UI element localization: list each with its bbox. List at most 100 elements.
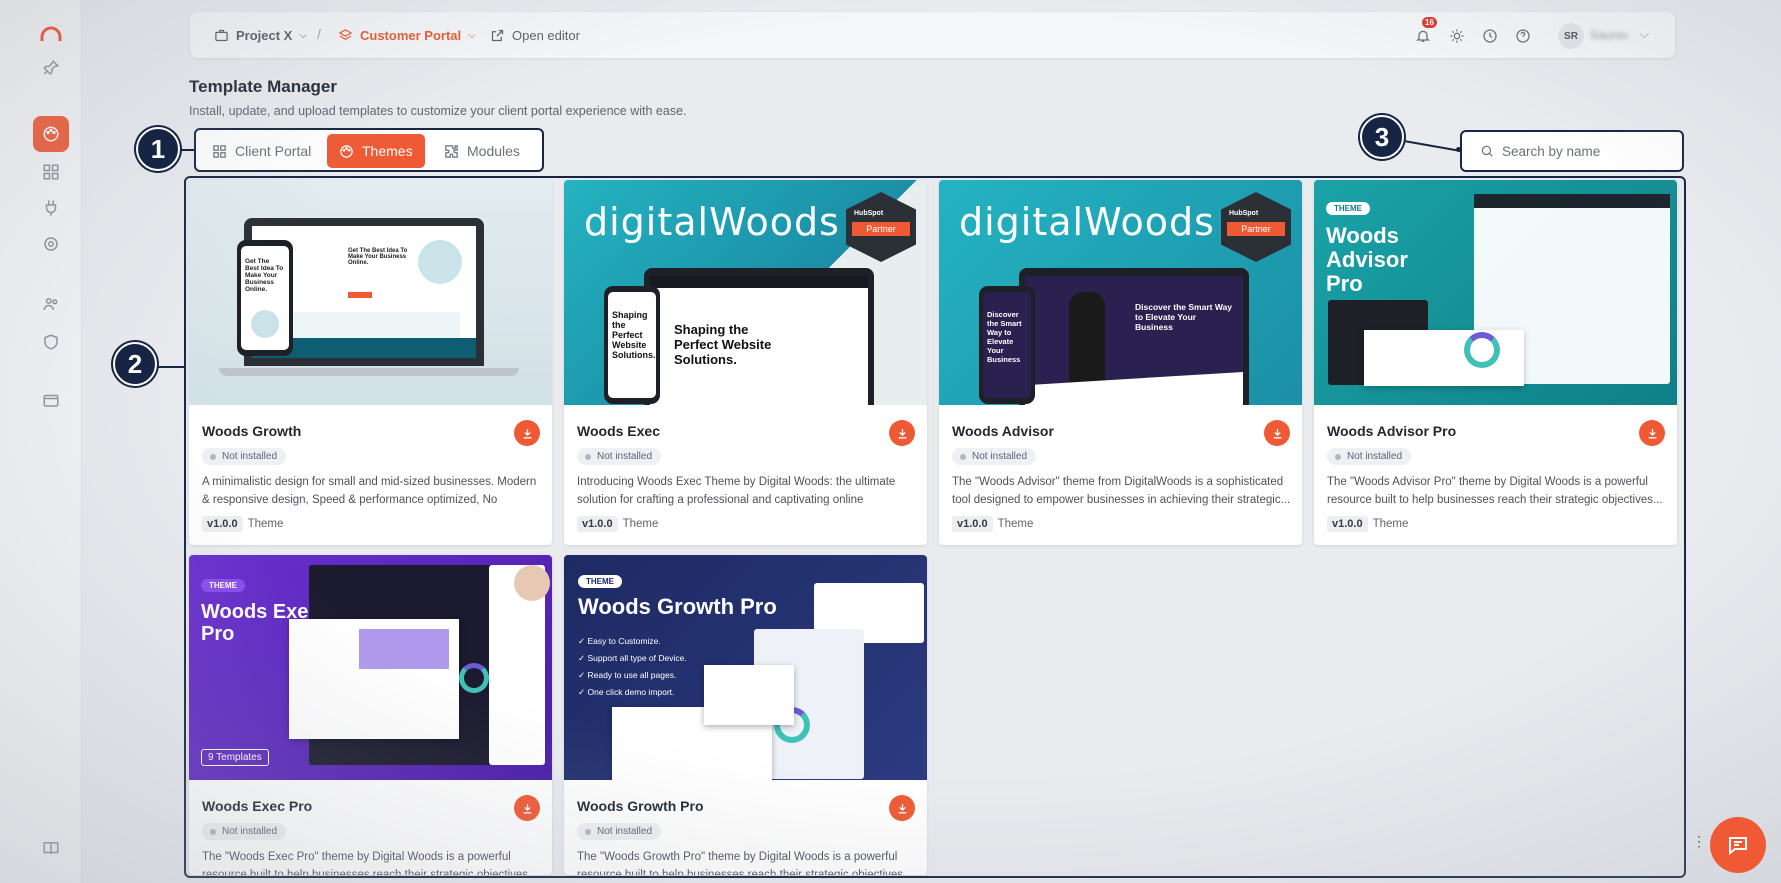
install-button[interactable] <box>1264 420 1290 446</box>
pin-icon[interactable] <box>33 50 69 86</box>
layers-icon <box>338 28 353 40</box>
breadcrumb-section[interactable]: Customer Portal ⌵ <box>338 12 476 58</box>
palette-icon <box>340 144 353 158</box>
template-tabs: Client Portal Themes Modules <box>194 128 544 172</box>
theme-tag: THEME <box>578 575 622 588</box>
users-icon <box>43 298 58 311</box>
install-button[interactable] <box>889 795 915 821</box>
callout-3-line <box>1403 140 1461 152</box>
download-icon <box>523 803 531 813</box>
download-icon <box>523 428 531 438</box>
brand-wordmark: digitalWoods <box>584 200 840 244</box>
theme-toggle-button[interactable] <box>1444 23 1470 49</box>
card-title: Woods Advisor <box>952 423 1054 439</box>
theme-card-woods-growth[interactable]: Get The Best Idea To Make Your Business … <box>189 180 552 545</box>
callout-2: 2 <box>113 342 157 386</box>
card-description: The "Woods Exec Pro" theme by Digital Wo… <box>202 851 538 875</box>
help-button[interactable] <box>1510 23 1536 49</box>
puzzle-icon <box>445 144 458 158</box>
brand-wordmark: digitalWoods <box>959 200 1215 244</box>
book-icon <box>43 842 59 855</box>
card-meta: v1.0.0 Theme <box>1327 516 1408 532</box>
apps-icon <box>43 164 59 180</box>
laptop-mockup: Shaping the Perfect Website Solutions. <box>644 268 874 405</box>
gear-icon <box>44 237 58 251</box>
logo-icon[interactable] <box>33 16 69 52</box>
install-button[interactable] <box>1639 420 1665 446</box>
card-description: The "Woods Growth Pro" theme by Digital … <box>577 851 913 875</box>
card-title: Woods Exec <box>577 423 660 439</box>
partner-badge: HubSpot Partner <box>1221 192 1291 262</box>
chevron-down-icon[interactable]: ⌵ <box>1640 27 1649 42</box>
theme-tag: THEME <box>1326 202 1370 215</box>
templates-count-badge: 9 Templates <box>201 749 269 766</box>
callout-1: 1 <box>136 127 180 171</box>
sidebar-item-billing[interactable] <box>33 382 69 418</box>
card-type: Theme <box>622 518 659 530</box>
card-title: Woods Exec Pro <box>202 798 313 814</box>
user-name[interactable]: Saurav <box>1590 28 1628 42</box>
theme-card-woods-exec-pro[interactable]: THEME Woods Exec Pro 9 Templates Woods E… <box>189 555 552 875</box>
theme-card-woods-growth-pro[interactable]: THEME Woods Growth Pro ✓ Easy to Customi… <box>564 555 927 875</box>
sidebar-item-integrations[interactable] <box>33 190 69 226</box>
sidebar-item-apps[interactable] <box>33 154 69 190</box>
shield-icon <box>44 334 58 350</box>
tab-themes[interactable]: Themes <box>327 134 425 168</box>
search-icon <box>1481 145 1493 157</box>
page-subtitle: Install, update, and upload templates to… <box>189 104 687 118</box>
card-type: Theme <box>1372 518 1409 530</box>
phone-mockup: Get The Best Idea To Make Your Business … <box>237 240 293 356</box>
tab-modules[interactable]: Modules <box>432 134 532 168</box>
status-badge: Not installed <box>1327 448 1412 465</box>
version-badge: v1.0.0 <box>577 516 618 532</box>
sidebar-item-docs[interactable] <box>33 830 69 866</box>
download-icon <box>898 428 906 438</box>
card-description: Introducing Woods Exec Theme by Digital … <box>577 476 896 506</box>
laptop-mockup: Discover the Smart Way to Elevate Your B… <box>1019 268 1249 405</box>
install-button[interactable] <box>514 795 540 821</box>
sidebar-item-customer-portal[interactable] <box>33 116 69 152</box>
card-description: The "Woods Advisor" theme from DigitalWo… <box>952 476 1291 506</box>
card-meta: v1.0.0 Theme <box>577 516 658 532</box>
version-badge: v1.0.0 <box>952 516 993 532</box>
theme-thumbnail: THEME Woods Exec Pro 9 Templates <box>189 555 552 780</box>
sun-icon <box>1450 29 1464 43</box>
palette-icon <box>43 126 59 142</box>
clock-icon <box>1483 29 1497 43</box>
theme-thumbnail: Get The Best Idea To Make Your Business … <box>189 180 552 405</box>
theme-card-woods-exec[interactable]: digitalWoods HubSpot Partner Shaping the… <box>564 180 927 545</box>
avatar[interactable]: SR <box>1558 23 1584 49</box>
card-title: Woods Growth <box>202 423 302 439</box>
theme-card-woods-advisor-pro[interactable]: THEME Woods Advisor Pro Woods Advisor Pr… <box>1314 180 1677 545</box>
history-button[interactable] <box>1477 23 1503 49</box>
sidebar-item-settings[interactable] <box>33 226 69 262</box>
search-input[interactable] <box>1502 143 1662 159</box>
feature-list: ✓ Easy to Customize. ✓ Support all type … <box>578 636 687 697</box>
chevron-down-icon: ⌵ <box>299 29 307 41</box>
breadcrumb-project[interactable]: Project X ⌵ <box>214 12 307 58</box>
search-box <box>1460 130 1684 172</box>
install-button[interactable] <box>889 420 915 446</box>
tab-client-portal[interactable]: Client Portal <box>200 134 323 168</box>
card-description: A minimalistic design for small and mid-… <box>202 476 537 506</box>
install-button[interactable] <box>514 420 540 446</box>
download-icon <box>1648 428 1656 438</box>
theme-card-woods-advisor[interactable]: digitalWoods HubSpot Partner Discover th… <box>939 180 1302 545</box>
theme-thumbnail: THEME Woods Advisor Pro <box>1314 180 1677 405</box>
chat-support-button[interactable] <box>1710 817 1766 873</box>
open-editor-link[interactable]: Open editor <box>490 12 580 58</box>
download-icon <box>898 803 906 813</box>
sidebar-item-security[interactable] <box>33 324 69 360</box>
wallet-icon <box>43 394 59 407</box>
card-title: Woods Advisor Pro <box>1327 423 1457 439</box>
status-badge: Not installed <box>952 448 1037 465</box>
plug-icon <box>45 200 57 216</box>
version-badge: v1.0.0 <box>202 516 243 532</box>
version-badge: v1.0.0 <box>1327 516 1368 532</box>
status-badge: Not installed <box>202 823 287 840</box>
notifications-button[interactable]: 16 <box>1410 17 1437 49</box>
topbar: Project X ⌵ / Customer Portal ⌵ Open edi… <box>190 12 1675 58</box>
callout-3-dot <box>1456 147 1461 152</box>
status-badge: Not installed <box>577 823 662 840</box>
sidebar-item-users[interactable] <box>33 286 69 322</box>
